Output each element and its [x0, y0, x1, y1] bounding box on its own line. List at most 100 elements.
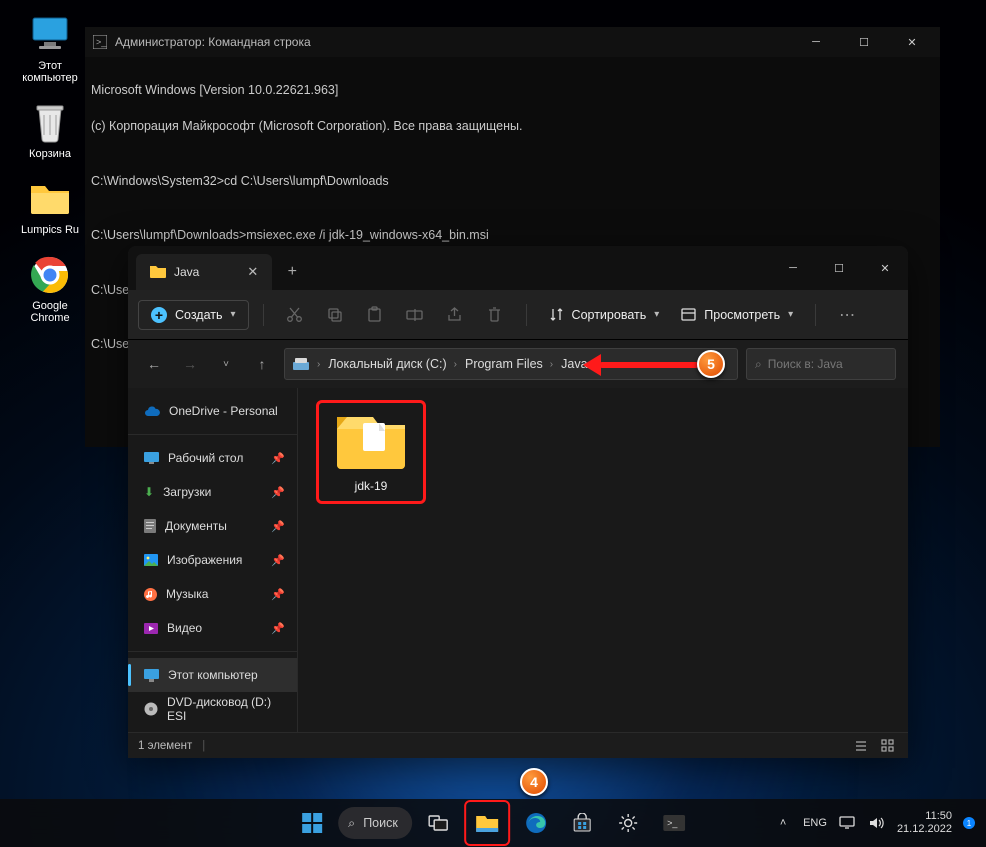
maximize-button[interactable]: ☐: [816, 250, 862, 286]
network-icon[interactable]: [837, 813, 857, 833]
explorer-toolbar: + Создать ▾ Сортировать ▾ Просмотреть ▾: [128, 290, 908, 340]
disc-icon: [144, 702, 158, 716]
drive-icon: [293, 357, 309, 371]
sidebar-item-music[interactable]: Музыка 📌: [128, 577, 297, 611]
download-icon: ⬇: [144, 485, 154, 499]
sidebar-label: Этот компьютер: [168, 668, 258, 682]
breadcrumb-item[interactable]: Program Files›: [465, 357, 553, 371]
cmd-titlebar[interactable]: >_ Администратор: Командная строка ─ ☐ ✕: [85, 27, 940, 57]
taskbar-explorer[interactable]: [467, 803, 507, 843]
sort-button[interactable]: Сортировать ▾: [541, 300, 668, 330]
sidebar-item-documents[interactable]: Документы 📌: [128, 509, 297, 543]
explorer-addressbar-row: ← → ˅ ↑ › Локальный диск (C:)› Program F…: [128, 340, 908, 388]
sidebar-label: Документы: [165, 519, 227, 533]
view-grid-icon[interactable]: [876, 735, 898, 757]
desktop: Этот компьютер Корзина Lumpics Ru Google…: [0, 0, 986, 847]
copy-icon[interactable]: [318, 298, 352, 332]
explorer-tab-java[interactable]: Java ✕: [136, 254, 272, 290]
task-view-button[interactable]: [418, 803, 458, 843]
notification-button[interactable]: 1: [962, 813, 978, 833]
forward-button[interactable]: →: [176, 350, 204, 378]
minimize-button[interactable]: ─: [796, 27, 836, 57]
svg-text:>_: >_: [96, 37, 107, 47]
explorer-body: OneDrive - Personal Рабочий стол 📌 ⬇ Заг…: [128, 388, 908, 732]
explorer-content[interactable]: jdk-19: [298, 388, 908, 732]
chevron-down-icon: ▾: [231, 309, 236, 320]
video-icon: [144, 623, 158, 634]
share-icon[interactable]: [438, 298, 472, 332]
callout-4: 4: [520, 768, 548, 796]
cmd-line: C:\Users\lumpf\Downloads>msiexec.exe /i …: [91, 226, 934, 244]
explorer-window: Java ✕ + ─ ☐ ✕ + Создать ▾: [128, 246, 908, 758]
sidebar-item-this-pc[interactable]: Этот компьютер: [128, 658, 297, 692]
delete-icon[interactable]: [478, 298, 512, 332]
tray-chevron-icon[interactable]: ˄: [773, 813, 793, 833]
search-icon: ⌕: [348, 816, 355, 831]
sidebar-item-pictures[interactable]: Изображения 📌: [128, 543, 297, 577]
minimize-button[interactable]: ─: [770, 250, 816, 286]
taskbar-store[interactable]: [562, 803, 602, 843]
taskbar-clock[interactable]: 11:50 21.12.2022: [897, 810, 952, 836]
taskbar-date: 21.12.2022: [897, 823, 952, 836]
up-button[interactable]: ↑: [248, 350, 276, 378]
pin-icon: 📌: [271, 588, 285, 601]
sidebar-label: Рабочий стол: [168, 451, 243, 465]
svg-text:>_: >_: [667, 818, 678, 828]
sidebar-label: Музыка: [166, 587, 208, 601]
search-input[interactable]: ⌕ Поиск в: Java: [746, 348, 896, 380]
create-button[interactable]: + Создать ▾: [138, 300, 249, 330]
recent-button[interactable]: ˅: [212, 350, 240, 378]
desktop-icon-lumpics[interactable]: Lumpics Ru: [10, 174, 90, 240]
taskbar-edge[interactable]: [516, 803, 556, 843]
language-indicator[interactable]: ENG: [803, 817, 827, 829]
taskbar-right: ˄ ENG 11:50 21.12.2022 1: [773, 810, 978, 836]
sidebar-label: Изображения: [167, 553, 242, 567]
cmd-line: Microsoft Windows [Version 10.0.22621.96…: [91, 81, 934, 99]
explorer-statusbar: 1 элемент |: [128, 732, 908, 758]
sidebar-label: Видео: [167, 621, 202, 635]
folder-item-jdk19[interactable]: jdk-19: [316, 400, 426, 504]
monitor-icon: [144, 669, 159, 682]
view-button[interactable]: Просмотреть ▾: [673, 300, 801, 330]
cut-icon[interactable]: [278, 298, 312, 332]
sidebar-item-dvd[interactable]: DVD-дисковод (D:) ESI: [128, 692, 297, 726]
separator: [128, 651, 297, 652]
desktop-icon-label: Этот компьютер: [14, 60, 86, 84]
search-placeholder: Поиск в: Java: [768, 357, 843, 371]
more-button[interactable]: ⋯: [830, 298, 864, 332]
sidebar-item-videos[interactable]: Видео 📌: [128, 611, 297, 645]
close-button[interactable]: ✕: [862, 250, 908, 286]
new-tab-button[interactable]: +: [272, 254, 312, 290]
maximize-button[interactable]: ☐: [844, 27, 884, 57]
desktop-icon-label: Корзина: [29, 148, 71, 160]
desktop-icon-recycle-bin[interactable]: Корзина: [10, 98, 90, 164]
separator: [128, 434, 297, 435]
tab-close-icon[interactable]: ✕: [247, 264, 258, 280]
back-button[interactable]: ←: [140, 350, 168, 378]
breadcrumb-item[interactable]: Локальный диск (C:)›: [328, 357, 457, 371]
cloud-icon: [144, 406, 160, 417]
folder-icon: [333, 411, 409, 471]
desktop-icon-this-pc[interactable]: Этот компьютер: [10, 10, 90, 88]
sidebar-item-desktop[interactable]: Рабочий стол 📌: [128, 441, 297, 475]
breadcrumb[interactable]: › Локальный диск (C:)› Program Files› Ja…: [284, 348, 738, 380]
folder-icon: [29, 178, 71, 220]
view-list-icon[interactable]: [850, 735, 872, 757]
chevron-down-icon: ▾: [788, 309, 793, 320]
desktop-icon-chrome[interactable]: Google Chrome: [10, 250, 90, 328]
sidebar-item-onedrive[interactable]: OneDrive - Personal: [128, 394, 297, 428]
taskbar-search[interactable]: ⌕ Поиск: [338, 807, 412, 839]
separator: [815, 304, 816, 326]
taskbar-settings[interactable]: [608, 803, 648, 843]
close-button[interactable]: ✕: [892, 27, 932, 57]
callout-5: 5: [697, 350, 725, 378]
taskbar-terminal[interactable]: >_: [654, 803, 694, 843]
paste-icon[interactable]: [358, 298, 392, 332]
rename-icon[interactable]: [398, 298, 432, 332]
sort-icon: [549, 307, 564, 322]
sidebar-item-downloads[interactable]: ⬇ Загрузки 📌: [128, 475, 297, 509]
volume-icon[interactable]: [867, 813, 887, 833]
start-button[interactable]: [292, 803, 332, 843]
plus-icon: +: [151, 307, 167, 323]
pin-icon: 📌: [271, 452, 285, 465]
